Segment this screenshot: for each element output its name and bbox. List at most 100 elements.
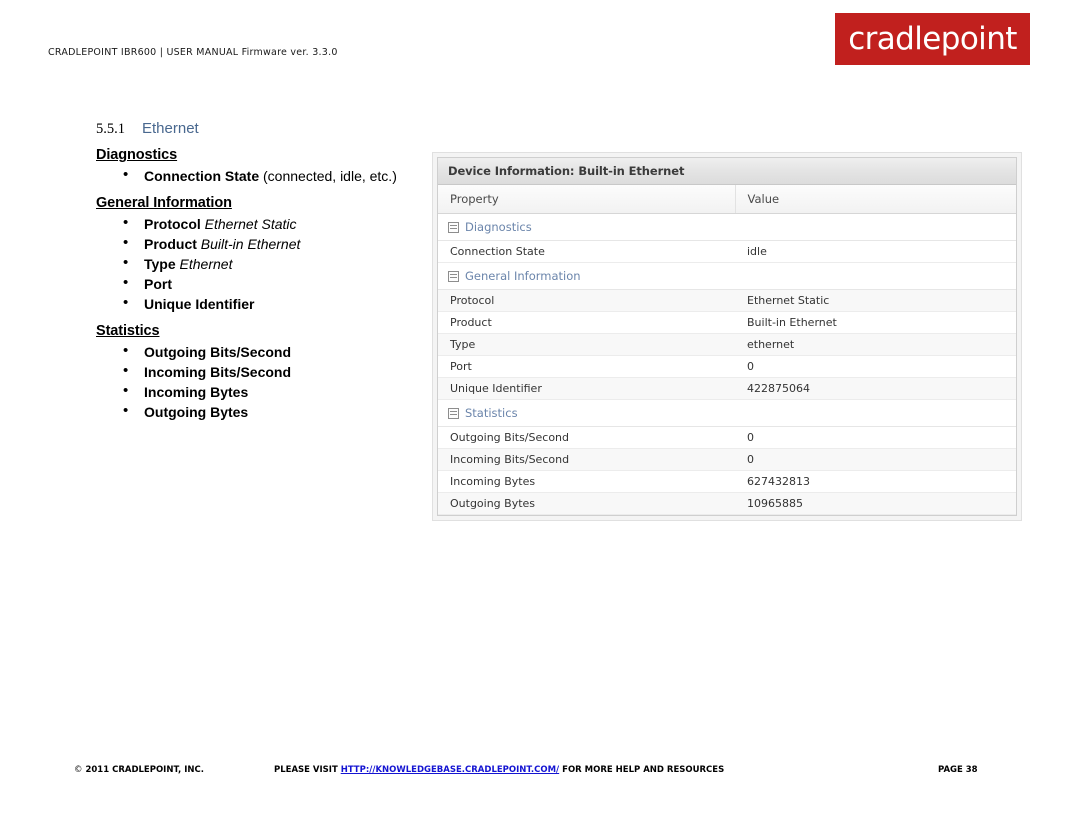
table-cell-property: Protocol bbox=[438, 289, 735, 312]
table-cell-property: Incoming Bits/Second bbox=[438, 448, 735, 471]
bullet-desc: Ethernet bbox=[175, 256, 233, 272]
table-row: Connection State idle bbox=[438, 240, 1016, 263]
bullet-term: Outgoing Bits/Second bbox=[144, 344, 291, 360]
bullet-term: Unique Identifier bbox=[144, 296, 255, 312]
copyright-symbol: © bbox=[74, 765, 83, 775]
table-group-row[interactable]: Statistics bbox=[438, 399, 1016, 427]
footer-copyright-text: 2011 CRADLEPOINT, INC. bbox=[85, 765, 204, 775]
table-cell-value: ethernet bbox=[735, 333, 1016, 356]
bullet-list-statistics: Outgoing Bits/Second Incoming Bits/Secon… bbox=[96, 341, 416, 422]
device-information-table-body: Diagnostics Connection State idle General I… bbox=[438, 213, 1016, 515]
group-cell-inner: Statistics bbox=[448, 406, 1006, 420]
table-cell-value: 0 bbox=[735, 355, 1016, 378]
table-cell-value: Ethernet Static bbox=[735, 289, 1016, 312]
table-cell-value: idle bbox=[735, 240, 1016, 263]
group-cell-inner: Diagnostics bbox=[448, 220, 1006, 234]
document-body-left-column: 5.5.1 Ethernet Diagnostics Connection St… bbox=[96, 120, 416, 424]
bullet-term: Incoming Bytes bbox=[144, 384, 249, 400]
table-group-label: Diagnostics bbox=[465, 220, 532, 234]
bullet-desc: Built-in Ethernet bbox=[196, 236, 301, 252]
panel-title: Device Information: Built-in Ethernet bbox=[438, 158, 1016, 185]
bullet-desc: (connected, idle, etc.) bbox=[259, 168, 397, 184]
subheading-statistics: Statistics bbox=[96, 323, 160, 339]
bullet-term: Connection State bbox=[144, 168, 260, 184]
header-manual-meta: CRADLEPOINT IBR600 | USER MANUAL Firmwar… bbox=[48, 47, 338, 58]
table-cell-value: 10965885 bbox=[735, 492, 1016, 515]
table-cell-property: Incoming Bytes bbox=[438, 470, 735, 493]
section-title: Ethernet bbox=[142, 120, 199, 137]
subheading-general-information: General Information bbox=[96, 195, 232, 211]
table-cell-value: 627432813 bbox=[735, 470, 1016, 493]
section-heading: 5.5.1 Ethernet bbox=[96, 120, 416, 138]
column-header-property[interactable]: Property bbox=[438, 185, 736, 214]
table-cell-property: Type bbox=[438, 333, 735, 356]
table-group-cell: General Information bbox=[438, 262, 1016, 290]
list-item: Incoming Bits/Second bbox=[96, 361, 416, 382]
table-cell-value: 0 bbox=[735, 426, 1016, 449]
bullet-term: Port bbox=[144, 276, 172, 292]
footer-page-number: PAGE 38 bbox=[938, 765, 978, 775]
list-item: Protocol Ethernet Static bbox=[96, 213, 416, 234]
table-cell-property: Product bbox=[438, 311, 735, 334]
device-information-table: Property Value Diagnostics Connection Sta… bbox=[438, 185, 1016, 515]
collapse-tree-icon[interactable] bbox=[448, 407, 459, 419]
table-group-cell: Statistics bbox=[438, 399, 1016, 427]
table-row: Protocol Ethernet Static bbox=[438, 289, 1016, 312]
device-information-panel-frame: Device Information: Built-in Ethernet Pr… bbox=[432, 152, 1022, 521]
list-item: Outgoing Bits/Second bbox=[96, 341, 416, 362]
collapse-tree-icon[interactable] bbox=[448, 270, 459, 282]
footer-visit-prefix: PLEASE VISIT bbox=[274, 765, 341, 775]
column-header-value[interactable]: Value bbox=[735, 185, 1016, 214]
footer-knowledgebase-link[interactable]: HTTP://KNOWLEDGEBASE.CRADLEPOINT.COM/ bbox=[341, 765, 559, 775]
table-group-cell: Diagnostics bbox=[438, 213, 1016, 241]
collapse-tree-icon[interactable] bbox=[448, 221, 459, 233]
bullet-list-diagnostics: Connection State (connected, idle, etc.) bbox=[96, 165, 416, 186]
table-cell-property: Port bbox=[438, 355, 735, 378]
device-information-panel: Device Information: Built-in Ethernet Pr… bbox=[437, 157, 1017, 516]
bullet-term: Outgoing Bytes bbox=[144, 404, 249, 420]
list-item: Unique Identifier bbox=[96, 293, 416, 314]
table-row: Type ethernet bbox=[438, 333, 1016, 356]
section-number: 5.5.1 bbox=[96, 121, 125, 137]
list-item: Connection State (connected, idle, etc.) bbox=[96, 165, 416, 186]
table-cell-property: Unique Identifier bbox=[438, 377, 735, 400]
table-cell-value: 422875064 bbox=[735, 377, 1016, 400]
list-item: Port bbox=[96, 273, 416, 294]
table-cell-value: Built-in Ethernet bbox=[735, 311, 1016, 334]
list-item: Type Ethernet bbox=[96, 253, 416, 274]
table-header-row: Property Value bbox=[438, 185, 1016, 214]
page-footer: © 2011 CRADLEPOINT, INC. PLEASE VISIT HT… bbox=[0, 762, 1080, 782]
table-group-row[interactable]: Diagnostics bbox=[438, 213, 1016, 241]
bullet-term: Type bbox=[144, 256, 176, 272]
table-cell-property: Connection State bbox=[438, 240, 735, 263]
group-cell-inner: General Information bbox=[448, 269, 1006, 283]
table-row: Incoming Bytes 627432813 bbox=[438, 470, 1016, 493]
bullet-term: Product bbox=[144, 236, 197, 252]
cradlepoint-logo: cradlepoint bbox=[835, 13, 1030, 65]
footer-copyright: © 2011 CRADLEPOINT, INC. bbox=[74, 765, 204, 775]
page-header: CRADLEPOINT IBR600 | USER MANUAL Firmwar… bbox=[0, 0, 1080, 90]
table-row: Product Built-in Ethernet bbox=[438, 311, 1016, 334]
bullet-list-general-information: Protocol Ethernet Static Product Built-i… bbox=[96, 213, 416, 314]
table-group-row[interactable]: General Information bbox=[438, 262, 1016, 290]
bullet-term: Incoming Bits/Second bbox=[144, 364, 292, 380]
footer-visit-suffix: FOR MORE HELP AND RESOURCES bbox=[559, 765, 725, 775]
table-group-label: Statistics bbox=[465, 406, 518, 420]
table-cell-value: 0 bbox=[735, 448, 1016, 471]
table-group-label: General Information bbox=[465, 269, 581, 283]
table-cell-property: Outgoing Bits/Second bbox=[438, 426, 735, 449]
cradlepoint-logo-text: cradlepoint bbox=[848, 20, 1017, 57]
table-cell-property: Outgoing Bytes bbox=[438, 492, 735, 515]
table-row: Incoming Bits/Second 0 bbox=[438, 448, 1016, 471]
table-row: Port 0 bbox=[438, 355, 1016, 378]
subheading-diagnostics: Diagnostics bbox=[96, 147, 178, 163]
list-item: Product Built-in Ethernet bbox=[96, 233, 416, 254]
table-row: Outgoing Bytes 10965885 bbox=[438, 492, 1016, 515]
table-row: Unique Identifier 422875064 bbox=[438, 377, 1016, 400]
bullet-term: Protocol bbox=[144, 216, 201, 232]
list-item: Incoming Bytes bbox=[96, 381, 416, 402]
list-item: Outgoing Bytes bbox=[96, 401, 416, 422]
bullet-desc: Ethernet Static bbox=[200, 216, 297, 232]
footer-visit-line: PLEASE VISIT HTTP://KNOWLEDGEBASE.CRADLE… bbox=[274, 765, 724, 775]
table-row: Outgoing Bits/Second 0 bbox=[438, 426, 1016, 449]
